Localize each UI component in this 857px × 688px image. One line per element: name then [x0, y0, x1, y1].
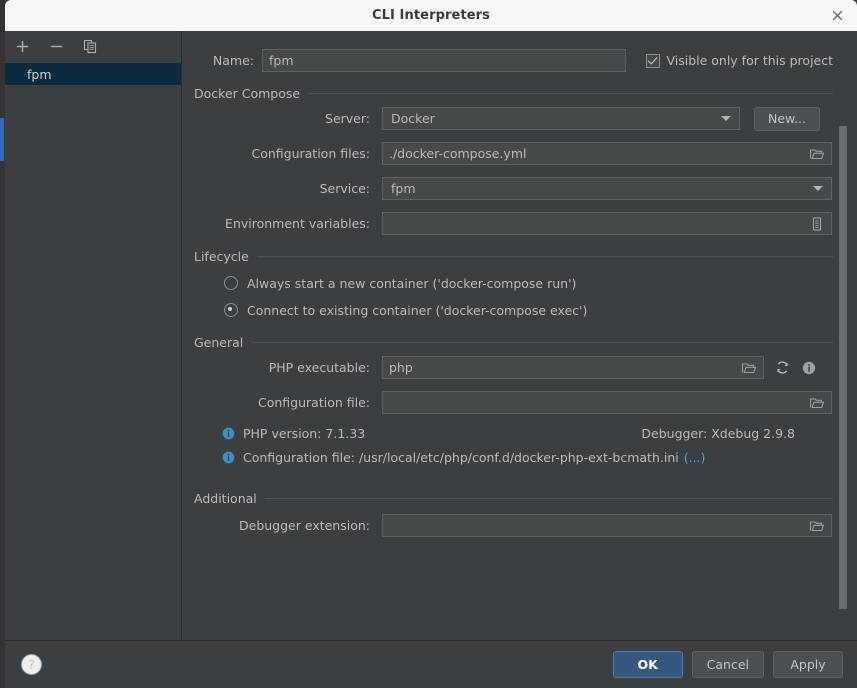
lifecycle-group-title: Lifecycle	[194, 249, 249, 264]
server-row: Server: Docker New...	[204, 106, 833, 131]
server-select[interactable]: Docker	[382, 107, 740, 130]
visible-only-label: Visible only for this project	[666, 53, 833, 68]
php-version-info-row: PHP version: 7.1.33 Debugger: Xdebug 2.9…	[222, 426, 833, 441]
dialog-button-bar: ? OK Cancel Apply	[5, 640, 857, 688]
debugger-version-text: Debugger: Xdebug 2.9.8	[641, 426, 795, 441]
configuration-file-input[interactable]	[382, 391, 832, 414]
help-button[interactable]: ?	[21, 654, 42, 675]
php-executable-input[interactable]: php	[382, 356, 764, 379]
folder-icon[interactable]	[809, 395, 825, 411]
general-group-title: General	[194, 335, 244, 350]
environment-variables-row: Environment variables:	[204, 212, 833, 235]
visible-only-checkbox[interactable]: Visible only for this project	[646, 53, 833, 68]
settings-scroll-area: Name: fpm Visible only for this project …	[182, 31, 857, 640]
interpreters-sidebar: fpm	[5, 31, 182, 640]
edit-list-icon[interactable]	[809, 216, 825, 232]
configuration-file-row: Configuration file:	[204, 391, 833, 414]
service-label: Service:	[319, 181, 370, 196]
ok-button[interactable]: OK	[612, 651, 683, 678]
new-server-button[interactable]: New...	[754, 106, 820, 131]
general-group-header: General	[194, 335, 833, 350]
cancel-button[interactable]: Cancel	[691, 651, 764, 678]
configuration-files-value: ./docker-compose.yml	[389, 146, 527, 161]
sidebar-item-label: fpm	[27, 66, 52, 82]
group-divider	[264, 498, 833, 499]
php-executable-row: PHP executable: php	[204, 356, 833, 379]
configuration-files-label: Configuration files:	[251, 146, 370, 161]
add-interpreter-button[interactable]	[11, 35, 33, 57]
close-icon[interactable]	[827, 6, 847, 26]
apply-button[interactable]: Apply	[773, 651, 843, 678]
debugger-extension-label: Debugger extension:	[239, 518, 370, 533]
general-form: PHP executable: php Configuration file:	[194, 356, 833, 414]
service-select-value: fpm	[391, 181, 416, 196]
remove-interpreter-button[interactable]	[45, 35, 67, 57]
name-label: Name:	[212, 53, 254, 68]
name-input-value: fpm	[269, 53, 294, 68]
sidebar-toolbar	[5, 31, 181, 61]
sidebar-item-fpm[interactable]: fpm	[5, 63, 181, 85]
php-executable-value: php	[389, 360, 413, 375]
group-divider	[256, 256, 833, 257]
debugger-extension-input[interactable]	[382, 514, 832, 537]
environment-variables-input[interactable]	[382, 212, 832, 235]
settings-scrollbar-thumb[interactable]	[839, 126, 847, 609]
dialog-title: CLI Interpreters	[371, 8, 491, 23]
interpreters-list: fpm	[5, 61, 181, 640]
chevron-down-icon	[813, 186, 823, 191]
php-version-text: PHP version: 7.1.33	[243, 426, 366, 441]
configuration-files-row: Configuration files: ./docker-compose.ym…	[204, 142, 833, 165]
configuration-file-info-row: Configuration file: /usr/local/etc/php/c…	[222, 450, 833, 465]
additional-group-header: Additional	[194, 491, 833, 506]
radio-icon	[224, 276, 238, 290]
name-input[interactable]: fpm	[262, 49, 627, 72]
folder-icon[interactable]	[741, 360, 757, 376]
radio-connect-existing-container[interactable]: Connect to existing container ('docker-c…	[224, 299, 833, 321]
cli-interpreters-dialog: CLI Interpreters fpm Name: fpm Visible o…	[5, 0, 857, 688]
dialog-body: fpm Name: fpm Visible only for this proj…	[5, 31, 857, 640]
name-row: Name: fpm Visible only for this project	[194, 49, 833, 72]
radio-always-start-new-container[interactable]: Always start a new container ('docker-co…	[224, 272, 833, 294]
configuration-file-label: Configuration file:	[258, 395, 370, 410]
server-select-value: Docker	[391, 111, 435, 126]
background-window-accent	[0, 118, 4, 161]
configuration-files-input[interactable]: ./docker-compose.yml	[382, 142, 832, 165]
info-icon[interactable]	[800, 359, 818, 377]
service-select[interactable]: fpm	[382, 177, 832, 200]
configuration-file-info-text: Configuration file: /usr/local/etc/php/c…	[243, 450, 679, 465]
chevron-down-icon	[721, 116, 731, 121]
radio-label: Connect to existing container ('docker-c…	[247, 302, 588, 318]
folder-icon[interactable]	[809, 518, 825, 534]
debugger-extension-row: Debugger extension:	[204, 514, 833, 537]
group-divider	[308, 93, 833, 94]
docker-compose-group-title: Docker Compose	[194, 86, 301, 101]
additional-form: Debugger extension:	[194, 514, 833, 537]
info-icon	[222, 451, 235, 464]
lifecycle-group-header: Lifecycle	[194, 249, 833, 264]
configuration-file-more-link[interactable]: (...)	[684, 450, 706, 465]
radio-label: Always start a new container ('docker-co…	[247, 275, 577, 291]
checkbox-icon	[646, 53, 661, 68]
group-divider	[251, 342, 833, 343]
service-row: Service: fpm	[204, 177, 833, 200]
info-icon	[222, 427, 235, 440]
lifecycle-options: Always start a new container ('docker-co…	[194, 272, 833, 321]
server-label: Server:	[325, 111, 370, 126]
radio-icon-selected	[224, 303, 238, 317]
settings-panel: Name: fpm Visible only for this project …	[182, 31, 857, 640]
dialog-titlebar: CLI Interpreters	[5, 0, 857, 31]
php-executable-label: PHP executable:	[268, 360, 370, 375]
copy-interpreter-button[interactable]	[79, 35, 101, 57]
docker-compose-group-header: Docker Compose	[194, 86, 833, 101]
additional-group-title: Additional	[194, 491, 257, 506]
folder-icon[interactable]	[809, 146, 825, 162]
docker-compose-form: Server: Docker New... Configuration file…	[194, 106, 833, 235]
environment-variables-label: Environment variables:	[225, 216, 370, 231]
refresh-icon[interactable]	[773, 359, 791, 377]
